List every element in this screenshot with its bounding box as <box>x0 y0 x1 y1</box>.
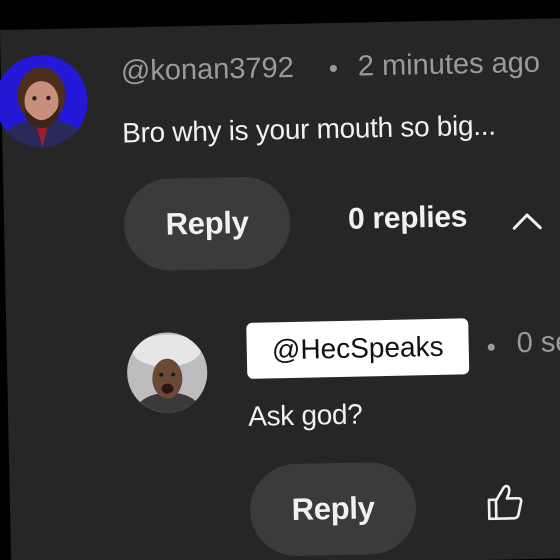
comment-separator: • <box>328 52 339 84</box>
chevron-up-icon <box>510 209 545 239</box>
commenter-avatar-image <box>0 54 89 149</box>
reply-author: @HecSpeaks <box>271 330 444 366</box>
comment-text: Bro why is your mouth so big... <box>121 109 496 149</box>
thumbs-up-icon[interactable] <box>484 481 527 529</box>
reply-reply-button[interactable]: Reply <box>249 461 418 557</box>
replier-avatar[interactable] <box>126 331 209 414</box>
comment-author[interactable]: @konan3792 <box>121 52 295 89</box>
comment-thread-panel: @konan3792 • 2 minutes ago Bro why is yo… <box>0 18 560 560</box>
reply-separator: • <box>486 331 497 362</box>
replies-toggle[interactable]: 0 replies <box>0 18 560 236</box>
comment-timestamp[interactable]: 2 minutes ago <box>358 47 541 84</box>
comment-reply-button[interactable]: Reply <box>123 175 292 272</box>
reply-text: Ask god? <box>247 398 363 432</box>
replies-count-label: 0 replies <box>347 200 468 236</box>
commenter-avatar[interactable] <box>0 54 89 149</box>
reply-author-chip[interactable]: @HecSpeaks <box>246 318 470 379</box>
reply-reply-label: Reply <box>291 490 375 527</box>
reply-timestamp[interactable]: 0 se <box>516 326 560 360</box>
replier-avatar-image <box>126 331 209 414</box>
screenshot-frame: @konan3792 • 2 minutes ago Bro why is yo… <box>0 0 560 560</box>
comment-reply-label: Reply <box>165 204 249 242</box>
